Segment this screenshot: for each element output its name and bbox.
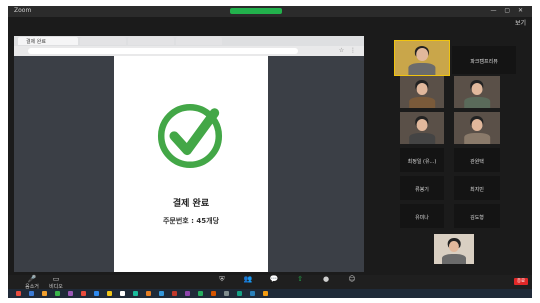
chat-button[interactable]: 💬 <box>260 276 288 283</box>
participants-icon: 👥 <box>243 275 253 283</box>
participant-video <box>409 133 435 144</box>
participant-video <box>416 83 428 96</box>
participant-video <box>409 97 435 108</box>
participant-tile[interactable]: 김도형 <box>454 204 500 228</box>
reactions-icon: ☺ <box>348 275 356 283</box>
browser-toolbar-icons[interactable]: ☆ ⋮ <box>339 47 358 54</box>
participant-video <box>471 119 483 132</box>
taskbar-app-icon[interactable] <box>159 291 164 296</box>
video-icon: ▭ <box>52 275 60 283</box>
browser-tab[interactable] <box>80 37 126 45</box>
document-page: 결제 완료 주문번호 : 45개당 <box>114 56 268 272</box>
participant-tile[interactable]: 유미나 <box>400 204 444 228</box>
taskbar-app-icon[interactable] <box>68 291 73 296</box>
participant-tile[interactable] <box>394 40 450 76</box>
security-button[interactable]: ⛨ <box>208 276 236 283</box>
browser-tab[interactable] <box>128 37 174 45</box>
taskbar-app-icon[interactable] <box>237 291 242 296</box>
participant-display-name: 파크캠프리뷰 <box>470 58 498 65</box>
windows-taskbar <box>8 289 532 298</box>
record-button[interactable]: ● <box>312 276 340 283</box>
taskbar-app-icon[interactable] <box>224 291 229 296</box>
taskbar-app-icon[interactable] <box>42 291 47 296</box>
taskbar-app-icon[interactable] <box>198 291 203 296</box>
security-icon: ⛨ <box>219 275 225 283</box>
participant-tile[interactable] <box>400 76 444 108</box>
participant-tile[interactable] <box>400 112 444 144</box>
taskbar-app-icon[interactable] <box>211 291 216 296</box>
taskbar-app-icon[interactable] <box>146 291 151 296</box>
taskbar-app-icon[interactable] <box>250 291 255 296</box>
meeting-toolbar: 종료 🎤 음소거 ▭ 비디오 ⛨ 👥 💬 ⇧ ● ☺ <box>8 275 532 291</box>
participant-video <box>416 48 428 62</box>
participant-display-name: 류봉기 <box>415 187 429 194</box>
browser-chrome: 결제 완료 ☆ ⋮ <box>14 36 364 56</box>
payment-status: 결제 완료 <box>172 199 210 209</box>
participant-video <box>464 97 490 108</box>
participant-display-name: 유미나 <box>415 215 429 222</box>
participant-tile[interactable] <box>454 112 500 144</box>
participant-tile[interactable]: 파크캠프리뷰 <box>452 46 516 74</box>
participants-button[interactable]: 👥 <box>234 276 262 283</box>
participant-tile[interactable]: 최지민 <box>454 176 500 200</box>
browser-tab[interactable]: 결제 완료 <box>18 37 78 45</box>
window-title: Zoom <box>14 7 32 14</box>
taskbar-app-icon[interactable] <box>172 291 177 296</box>
browser-tab[interactable] <box>176 37 222 45</box>
browser-tab-row: 결제 완료 <box>14 36 364 46</box>
taskbar-app-icon[interactable] <box>94 291 99 296</box>
participant-tile[interactable] <box>454 76 500 108</box>
participant-tile[interactable] <box>434 234 474 264</box>
taskbar-app-icon[interactable] <box>185 291 190 296</box>
participant-tile[interactable]: 류봉기 <box>400 176 444 200</box>
viewer-margin-right <box>268 56 364 272</box>
title-bar: Zoom — ▢ ✕ <box>8 6 532 17</box>
participant-tile[interactable]: 최정일 (유...) <box>400 148 444 172</box>
zoom-window: Zoom — ▢ ✕ 보기 결제 완료 ☆ ⋮ 결제 완료 주문번호 : 45개… <box>8 6 532 298</box>
taskbar-app-icon[interactable] <box>107 291 112 296</box>
end-meeting-button[interactable]: 종료 <box>514 278 528 285</box>
taskbar-app-icon[interactable] <box>29 291 34 296</box>
view-button[interactable]: 보기 <box>515 18 526 27</box>
taskbar-app-icon[interactable] <box>133 291 138 296</box>
participant-video <box>464 133 490 144</box>
check-circle-icon <box>157 103 223 169</box>
taskbar-app-icon[interactable] <box>263 291 268 296</box>
taskbar-app-icon[interactable] <box>16 291 21 296</box>
viewer-margin-left <box>14 56 114 272</box>
participant-video <box>442 253 466 264</box>
share-icon: ⇧ <box>297 275 303 283</box>
shared-screen: 결제 완료 ☆ ⋮ 결제 완료 주문번호 : 45개당 <box>14 36 364 272</box>
participant-video <box>408 63 436 75</box>
share-button[interactable]: ⇧ <box>286 276 314 283</box>
participant-video <box>416 119 428 132</box>
participant-display-name: 최정일 (유...) <box>407 159 437 166</box>
taskbar-app-icon[interactable] <box>81 291 86 296</box>
participant-display-name: 김도형 <box>470 215 484 222</box>
participant-display-name: 최지민 <box>470 187 484 194</box>
window-controls[interactable]: — ▢ ✕ <box>490 7 526 14</box>
chat-icon: 💬 <box>269 275 279 283</box>
participant-display-name: 관원택 <box>470 159 484 166</box>
address-bar[interactable] <box>28 48 298 54</box>
taskbar-app-icon[interactable] <box>55 291 60 296</box>
participant-tile[interactable]: 관원택 <box>454 148 500 172</box>
screen-share-indicator[interactable] <box>230 8 282 14</box>
taskbar-app-icon[interactable] <box>120 291 125 296</box>
record-icon: ● <box>322 275 330 283</box>
participant-video <box>471 83 483 96</box>
order-number: 주문번호 : 45개당 <box>162 217 220 225</box>
video-button[interactable]: ▭ 비디오 <box>42 275 70 291</box>
reactions-button[interactable]: ☺ <box>338 276 366 283</box>
participant-video <box>448 240 460 252</box>
